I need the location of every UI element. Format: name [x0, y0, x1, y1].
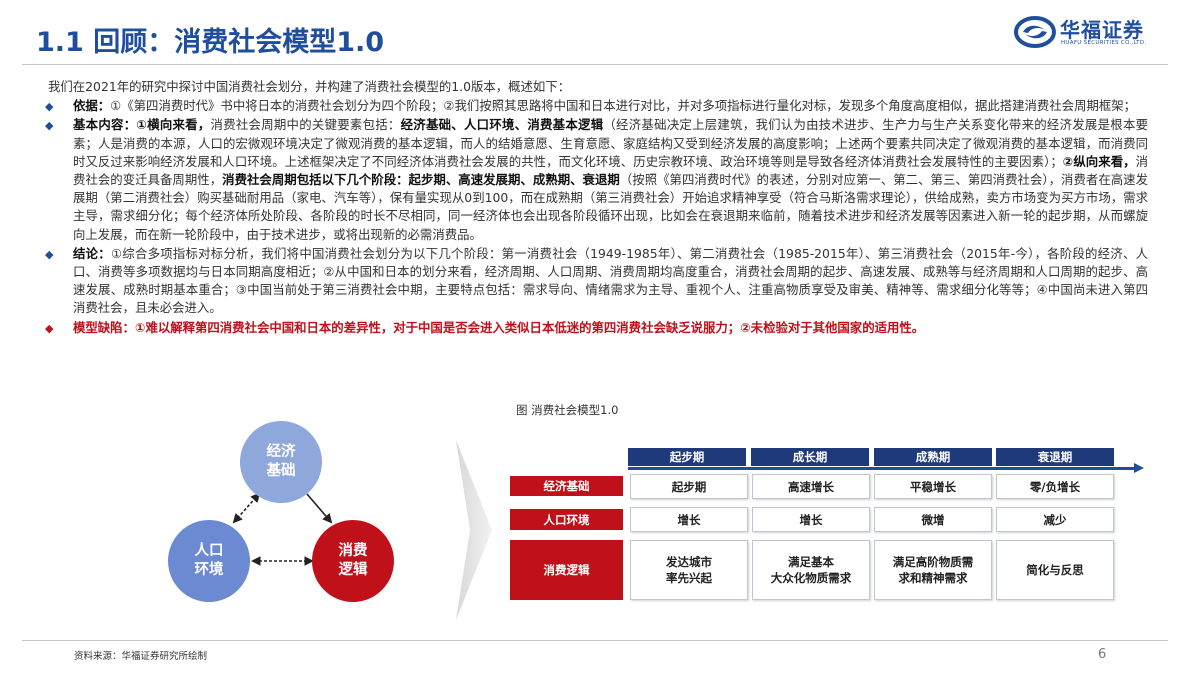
figure-caption: 图 消费社会模型1.0 [516, 403, 619, 417]
chevron-right-icon [456, 440, 492, 620]
phase-header-row: 起步期 成长期 成熟期 衰退期 [628, 448, 1114, 466]
timeline-arrow [628, 467, 1138, 470]
table-cell: 简化与反思 [996, 540, 1114, 600]
content-text-1: 消费社会周期中的关键要素包括： [210, 117, 401, 133]
summary-text: 我们在2021年的研究中探讨中国消费社会划分，并构建了消费社会模型的1.0版本，… [45, 78, 1148, 338]
diamond-bullet-icon: ◆ [45, 100, 54, 114]
diamond-bullet-icon: ◆ [45, 119, 54, 133]
content-vertical-label: ②纵向来看， [1062, 153, 1136, 169]
huafu-logo-icon [1014, 16, 1056, 48]
page-number: 6 [1098, 647, 1107, 662]
table-cell: 发达城市 率先兴起 [630, 540, 748, 600]
bullet-conclusion: ◆ 结论：①综合多项指标对标分析，我们将中国消费社会划分为以下几个阶段：第一消费… [45, 245, 1148, 318]
cycle-node-consumption: 消费 逻辑 [312, 520, 394, 602]
content-key-elements: 经济基础、人口环境、消费基本逻辑 [400, 117, 604, 133]
content-label: 基本内容： [73, 117, 137, 133]
row-label-economy: 经济基础 [510, 476, 623, 496]
footer-divider [22, 640, 1168, 641]
logo-english-name: HUAFU SECURITIES CO.,LTD. [1061, 40, 1147, 46]
basis-text: ①《第四消费时代》书中将日本的消费社会划分为四个阶段；②我们按照其思路将中国和日… [110, 98, 1137, 114]
conclusion-label: 结论： [73, 245, 111, 261]
phase-header-growth: 成长期 [751, 448, 869, 466]
source-note: 资料来源：华福证券研究所绘制 [74, 651, 208, 662]
table-cell: 零/负增长 [996, 474, 1114, 499]
flaw-text: ①难以解释第四消费社会中国和日本的差异性，对于中国是否会进入类似日本低迷的第四消… [134, 319, 925, 335]
diamond-bullet-icon: ◆ [45, 321, 54, 335]
table-cell: 平稳增长 [874, 474, 992, 499]
content-horizontal-label: ①横向来看， [136, 117, 211, 133]
phase-header-decline: 衰退期 [996, 448, 1114, 466]
table-cell: 满足高阶物质需 求和精神需求 [874, 540, 992, 600]
logo-chinese-name: 华福证券 [1060, 18, 1144, 42]
conclusion-text: ①综合多项指标对标分析，我们将中国消费社会划分为以下几个阶段：第一消费社会（19… [73, 245, 1148, 316]
header-divider [22, 64, 1168, 65]
diamond-bullet-icon: ◆ [45, 247, 54, 261]
bullet-basis: ◆ 依据：①《第四消费时代》书中将日本的消费社会划分为四个阶段；②我们按照其思路… [45, 97, 1148, 115]
flaw-label: 模型缺陷： [73, 319, 135, 335]
table-cell: 增长 [752, 507, 870, 532]
phase-header-mature: 成熟期 [874, 448, 992, 466]
row-label-population: 人口环境 [510, 509, 623, 530]
content-phases: 消费社会周期包括以下几个阶段：起步期、高速发展期、成熟期、衰退期 [222, 172, 620, 188]
company-logo: 华福证券 HUAFU SECURITIES CO.,LTD. [1014, 12, 1160, 52]
timeline-arrow-head-icon [1134, 463, 1144, 473]
intro-paragraph: 我们在2021年的研究中探讨中国消费社会划分，并构建了消费社会模型的1.0版本，… [48, 79, 571, 94]
row-label-consumption: 消费逻辑 [510, 540, 623, 600]
phase-header-startup: 起步期 [628, 448, 746, 466]
bullet-flaw: ◆ 模型缺陷：①难以解释第四消费社会中国和日本的差异性，对于中国是否会进入类似日… [45, 319, 1148, 337]
table-cell: 起步期 [630, 474, 748, 499]
table-cell: 微增 [874, 507, 992, 532]
table-cell: 减少 [996, 507, 1114, 532]
table-cell: 满足基本 大众化物质需求 [752, 540, 870, 600]
basis-label: 依据： [73, 98, 111, 114]
table-cell: 高速增长 [752, 474, 870, 499]
cycle-node-population: 人口 环境 [168, 520, 250, 602]
bullet-content: ◆ 基本内容：①横向来看，消费社会周期中的关键要素包括：经济基础、人口环境、消费… [45, 116, 1148, 243]
table-cell: 增长 [630, 507, 748, 532]
cycle-node-economy: 经济 基础 [240, 421, 322, 503]
page-title: 1.1 回顾：消费社会模型1.0 [36, 27, 385, 58]
